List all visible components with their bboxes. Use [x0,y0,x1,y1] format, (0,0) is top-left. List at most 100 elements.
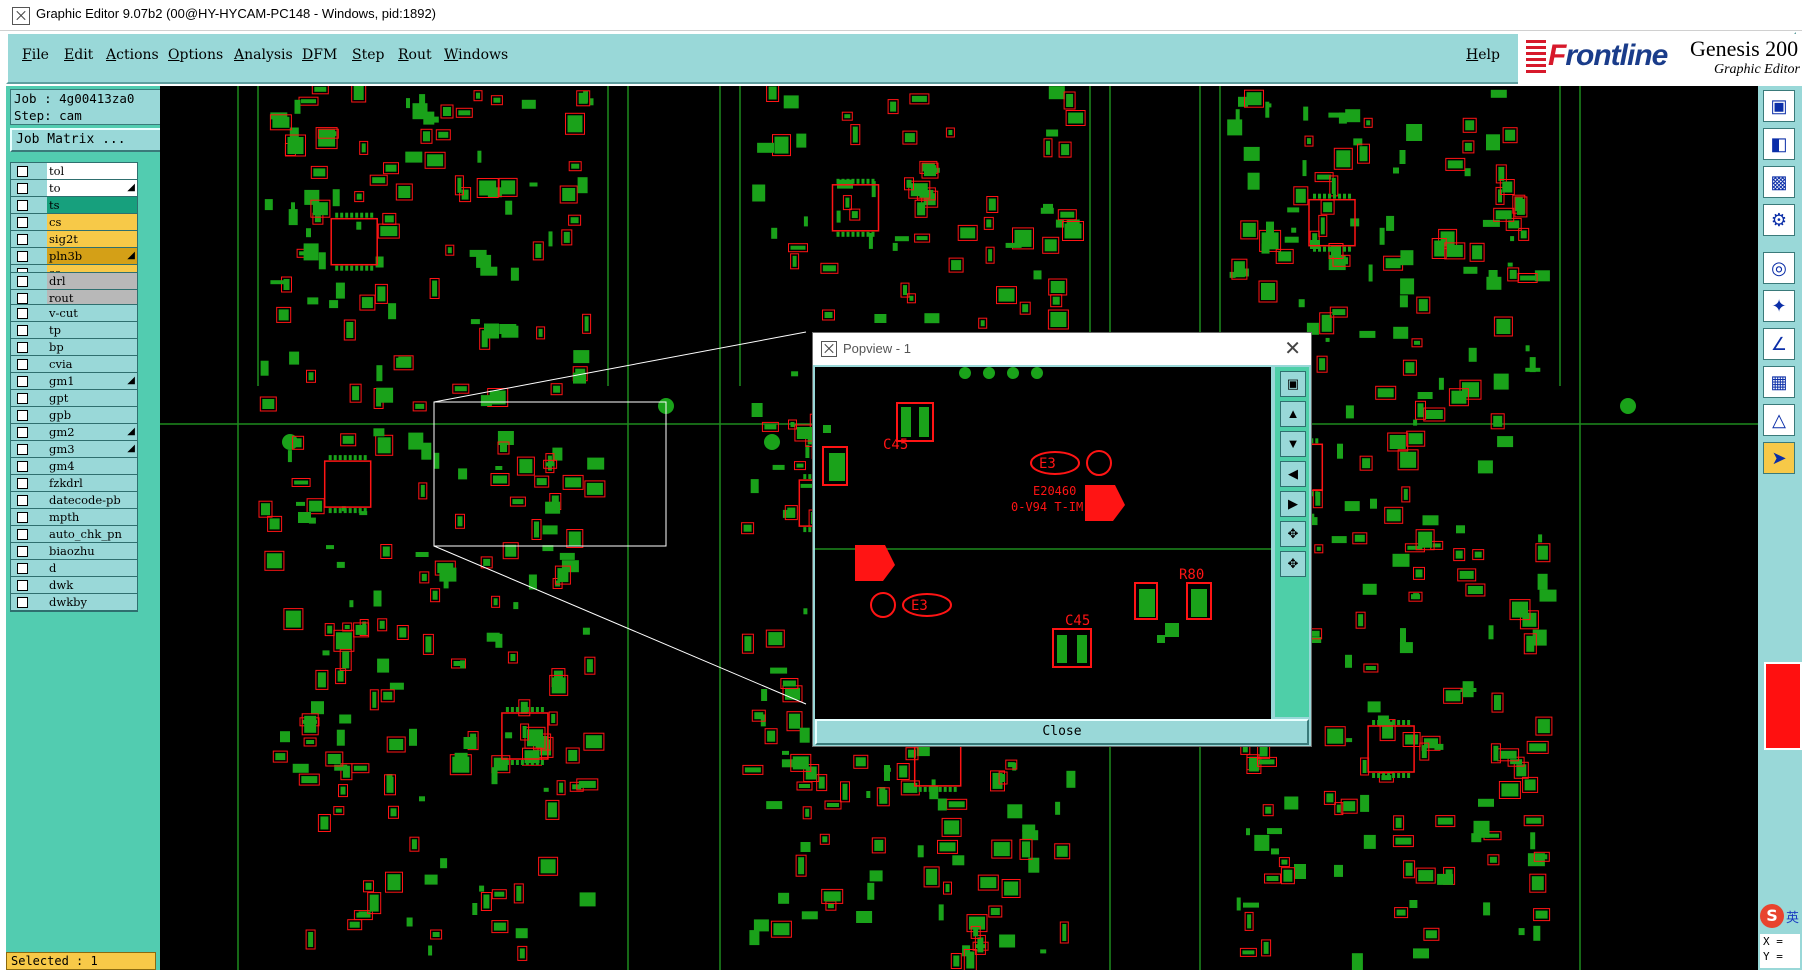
layer-row[interactable]: auto_chk_pn [11,526,137,543]
layer-name[interactable]: dwkby [47,594,137,610]
layer-row[interactable]: sig2t [11,231,137,248]
menu-dfm[interactable]: DFM [302,47,337,63]
zoom-fit-icon[interactable]: ▩ [1763,166,1795,198]
layer-name[interactable]: fzkdrl [47,475,137,491]
layer-checkbox[interactable] [17,342,28,353]
menu-file[interactable]: File [22,47,49,63]
pop-right-icon[interactable]: ▶ [1280,491,1306,517]
layer-name[interactable]: dwk [47,577,137,593]
layer-name[interactable]: tp [47,322,137,338]
layer-name[interactable]: gm3 [47,441,137,457]
layer-name[interactable]: to [47,180,137,196]
layer-checkbox[interactable] [17,251,28,262]
menu-rout[interactable]: Rout [398,47,432,63]
menu-analysis[interactable]: Analysis [234,47,293,63]
menu-step[interactable]: Step [352,47,384,63]
layer-name[interactable]: v-cut [47,305,137,321]
job-matrix-button[interactable]: Job Matrix ... [10,128,162,152]
layer-checkbox[interactable] [17,444,28,455]
config-icon[interactable]: ⚙ [1763,204,1795,236]
layer-row[interactable]: tp [11,322,137,339]
layer-checkbox[interactable] [17,597,28,608]
layer-row[interactable]: to ◢ [11,180,137,197]
layer-name[interactable]: mpth [47,509,137,525]
layer-name[interactable]: d [47,560,137,576]
pop-pan-icon[interactable]: ✥ [1280,551,1306,577]
menu-windows[interactable]: Windows [444,47,508,63]
layer-checkbox[interactable] [17,461,28,472]
layer-checkbox[interactable] [17,234,28,245]
layer-row[interactable]: gm1 ◢ [11,373,137,390]
layer-name[interactable]: pln3b [47,248,137,264]
layer-checkbox[interactable] [17,166,28,177]
layer-name[interactable]: cs [47,214,137,230]
layer-name[interactable]: gpt [47,390,137,406]
layer-checkbox[interactable] [17,376,28,387]
layer-checkbox[interactable] [17,546,28,557]
menu-actions[interactable]: Actions [106,47,159,63]
pop-left-icon[interactable]: ◀ [1280,461,1306,487]
layer-checkbox[interactable] [17,563,28,574]
layer-row[interactable]: dwkby [11,594,137,611]
layer-name[interactable]: gm2 [47,424,137,440]
layer-name[interactable]: sig2t [47,231,137,247]
select-cursor-icon[interactable]: ➤ [1763,442,1795,474]
pop-down-icon[interactable]: ▼ [1280,431,1306,457]
layer-row[interactable]: dwk [11,577,137,594]
layer-checkbox[interactable] [17,359,28,370]
layer-checkbox[interactable] [17,427,28,438]
layer-row[interactable]: gpt [11,390,137,407]
layer-name[interactable]: ts [47,197,137,213]
ime-indicator[interactable]: S 英 [1760,904,1800,928]
menu-options[interactable]: Options [168,47,223,63]
layer-name[interactable]: bp [47,339,137,355]
compare-icon[interactable]: ▦ [1763,366,1795,398]
layer-name[interactable]: gm1 [47,373,137,389]
layer-row[interactable]: tol [11,163,137,180]
layer-row[interactable]: v-cut [11,305,137,322]
layer-checkbox[interactable] [17,200,28,211]
pop-up-icon[interactable]: ▲ [1280,401,1306,427]
layer-name[interactable]: tol [47,163,137,179]
layer-name[interactable]: gm4 [47,458,137,474]
layer-name[interactable]: auto_chk_pn [47,526,137,542]
layer-checkbox[interactable] [17,410,28,421]
close-icon[interactable]: ✕ [1284,336,1301,361]
menu-help[interactable]: Help [1466,47,1500,63]
measure-icon[interactable]: ◎ [1763,252,1795,284]
layer-row[interactable]: pln3b ◢ [11,248,137,265]
popview-close-button[interactable]: Close [815,719,1309,745]
layer-checkbox[interactable] [17,478,28,489]
layer-name[interactable]: gpb [47,407,137,423]
pop-fit-icon[interactable]: ✥ [1280,521,1306,547]
layer-name[interactable]: datecode-pb [47,492,137,508]
layer-checkbox[interactable] [17,580,28,591]
popview-pcb[interactable]: C45 E3 E20460 0-V94 T-IM E3 C45 R80 [815,367,1271,745]
layer-name[interactable]: biaozhu [47,543,137,559]
popview-canvas[interactable]: C45 E3 E20460 0-V94 T-IM E3 C45 R80 [815,367,1271,745]
layer-checkbox[interactable] [17,495,28,506]
layer-row[interactable]: gm4 [11,458,137,475]
layer-checkbox[interactable] [17,183,28,194]
layer-checkbox[interactable] [17,308,28,319]
layer-row[interactable]: fzkdrl [11,475,137,492]
layer-row[interactable]: gm3 ◢ [11,441,137,458]
layer-checkbox[interactable] [17,293,28,304]
pop-zoom-in-icon[interactable]: ▣ [1280,371,1306,397]
menu-edit[interactable]: Edit [64,47,93,63]
layer-row[interactable]: drl [11,273,137,290]
layer-checkbox[interactable] [17,393,28,404]
layer-row[interactable]: datecode-pb [11,492,137,509]
layer-row[interactable]: cs [11,214,137,231]
angle-icon[interactable]: ∠ [1763,328,1795,360]
net-icon[interactable]: ✦ [1763,290,1795,322]
layer-row[interactable]: cvia [11,356,137,373]
layer-checkbox[interactable] [17,325,28,336]
layer-name[interactable]: drl [47,273,137,289]
layer-row[interactable]: d [11,560,137,577]
layer-checkbox[interactable] [17,529,28,540]
layer-row[interactable]: gpb [11,407,137,424]
input-icon[interactable]: ◧ [1763,128,1795,160]
triangle-icon[interactable]: △ [1763,404,1795,436]
layer-row[interactable]: gm2 ◢ [11,424,137,441]
